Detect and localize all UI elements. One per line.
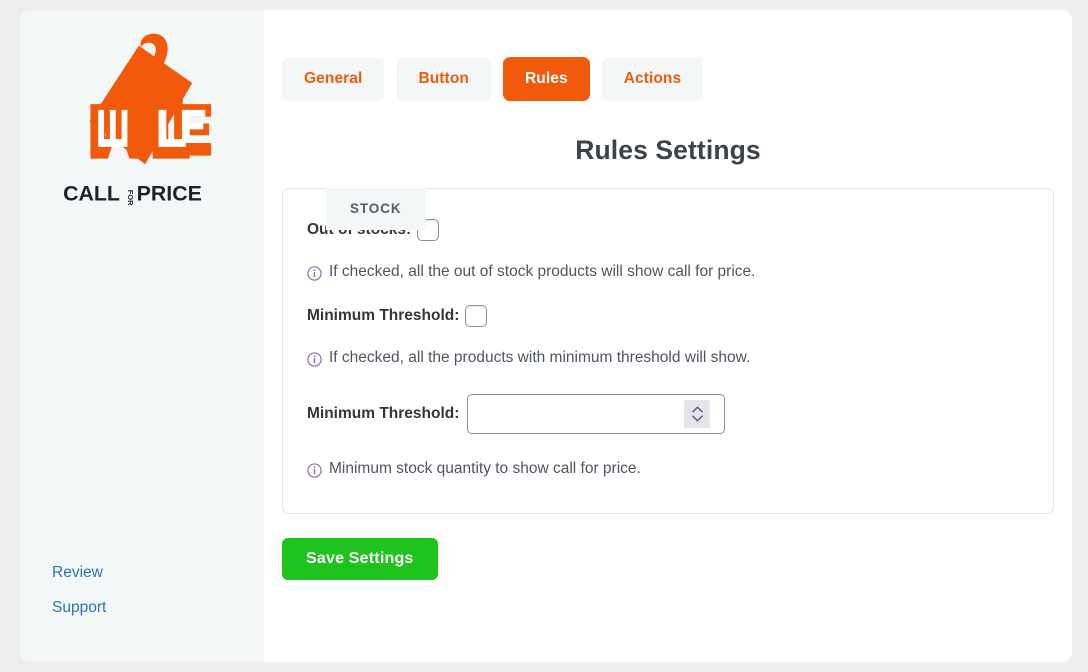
settings-tab-bar: General Button Rules Actions	[264, 10, 1072, 101]
minimum-threshold-number-field[interactable]	[467, 394, 726, 435]
save-settings-button[interactable]: Save Settings	[282, 537, 438, 580]
minimum-threshold-value-hint: Minimum stock quantity to show call for …	[307, 460, 1029, 479]
wordmark-price: PRICE	[137, 181, 202, 205]
tab-button[interactable]: Button	[396, 57, 491, 101]
call-for-price-tag-logo-icon	[89, 33, 212, 165]
tab-general[interactable]: General	[282, 57, 385, 101]
wordmark-for: FOR	[126, 190, 135, 206]
brand-logo: CALL FOR PRICE	[20, 10, 264, 206]
chevron-down-icon[interactable]	[692, 415, 703, 422]
sidebar-links: Review Support	[20, 564, 264, 662]
info-circle-icon	[307, 463, 322, 478]
minimum-threshold-toggle-hint-text: If checked, all the products with minimu…	[329, 348, 751, 366]
tab-rules[interactable]: Rules	[502, 57, 590, 101]
info-circle-icon	[307, 351, 322, 367]
out-of-stocks-hint: If checked, all the out of stock product…	[307, 263, 1029, 282]
minimum-threshold-value-label: Minimum Threshold:	[307, 405, 460, 423]
tab-actions[interactable]: Actions	[601, 57, 704, 101]
panel-tab-stock[interactable]: STOCK	[326, 188, 426, 230]
minimum-threshold-toggle-label: Minimum Threshold:	[307, 306, 460, 324]
brand-wordmark-icon: CALL FOR PRICE	[63, 181, 202, 206]
minimum-threshold-toggle-row: Minimum Threshold:	[307, 304, 1029, 327]
minimum-threshold-toggle-hint: If checked, all the products with minimu…	[307, 349, 1029, 368]
minimum-threshold-value-row: Minimum Threshold:	[307, 394, 1029, 435]
out-of-stocks-hint-text: If checked, all the out of stock product…	[329, 263, 756, 280]
panel-tab-strip: STOCK	[326, 188, 426, 230]
minimum-threshold-number-input[interactable]	[468, 395, 685, 434]
chevron-up-icon[interactable]	[692, 406, 703, 413]
stock-settings-panel: Out of stocks: If checked, all the out o…	[282, 188, 1054, 514]
page-title: Rules Settings	[575, 135, 761, 165]
minimum-threshold-checkbox[interactable]	[465, 304, 488, 327]
sidebar-link-review[interactable]: Review	[52, 564, 264, 581]
main-content: General Button Rules Actions Rules Setti…	[264, 10, 1072, 662]
wordmark-call: CALL	[63, 181, 120, 205]
app-window: CALL FOR PRICE Review Support General Bu…	[20, 10, 1072, 662]
info-circle-icon	[307, 266, 322, 281]
panel-footer: Save Settings	[264, 514, 1072, 580]
sidebar: CALL FOR PRICE Review Support	[20, 10, 264, 662]
rules-panel-wrapper: STOCK Out of stocks: If checked, all the…	[282, 188, 1054, 514]
up-down-chevron-spinner-icon[interactable]	[684, 400, 711, 429]
sidebar-link-support[interactable]: Support	[52, 599, 264, 616]
minimum-threshold-value-hint-text: Minimum stock quantity to show call for …	[329, 460, 641, 478]
